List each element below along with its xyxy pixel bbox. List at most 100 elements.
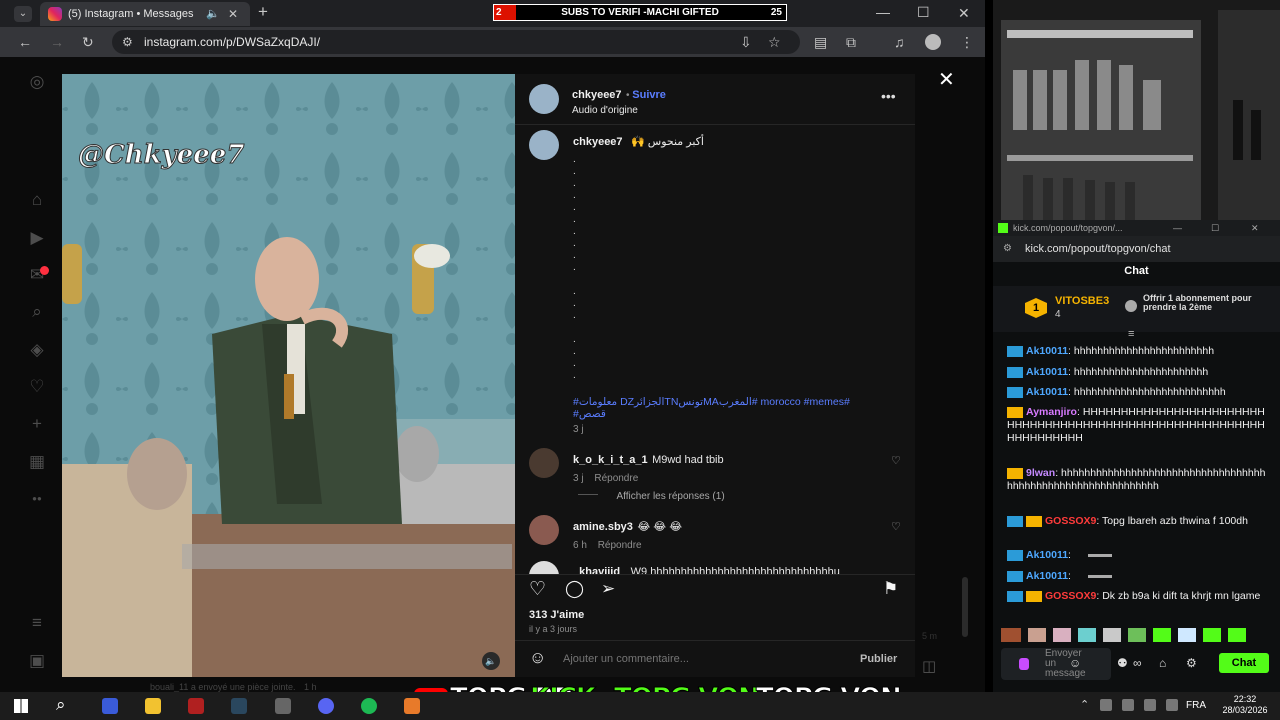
chat-input-box[interactable]: Envoyer un message ☺ [1001, 648, 1111, 680]
publish-button[interactable]: Publier [860, 653, 897, 665]
app-icon[interactable] [404, 698, 420, 714]
taskbar-search-icon[interactable]: ⌕ [56, 695, 66, 715]
chat-username[interactable]: Ak10011 [1026, 549, 1068, 561]
comment-icon[interactable]: ◯ [565, 579, 584, 599]
emote-icon[interactable] [1028, 628, 1046, 642]
chat-username[interactable]: GOSSOX9 [1045, 515, 1096, 527]
close-window-icon[interactable]: ✕ [958, 5, 970, 21]
instagram-logo-icon[interactable]: ◎ [26, 71, 48, 93]
reply-button[interactable]: Répondre [594, 473, 638, 484]
follow-button[interactable]: Suivre [632, 89, 666, 101]
bookmark-star-icon[interactable]: ☆ [768, 34, 781, 50]
tab-menu-icon[interactable]: ⌄ [14, 6, 32, 22]
chat-username[interactable]: Ak10011 [1026, 366, 1068, 378]
emote-icon[interactable] [1153, 628, 1171, 642]
emote-icon[interactable] [1228, 628, 1246, 642]
app-icon[interactable] [102, 698, 118, 714]
reels-icon[interactable]: ▶ [26, 227, 48, 249]
voicemeeter-icon[interactable] [188, 698, 204, 714]
minimize-icon[interactable]: — [876, 4, 890, 20]
back-icon[interactable]: ← [18, 34, 32, 50]
infinity-icon[interactable]: ∞ [1133, 656, 1142, 670]
site-info-icon[interactable]: ⚙ [122, 34, 133, 50]
comment-avatar[interactable] [529, 515, 559, 545]
profile-icon[interactable]: ●● [26, 488, 48, 510]
chat-username[interactable]: 9lwan [1026, 467, 1055, 479]
steam-icon[interactable] [231, 698, 247, 714]
gift-icon[interactable] [1019, 658, 1029, 670]
dm-notice[interactable]: bouali_11 a envoyé une pièce jointe. 1 h [150, 682, 316, 692]
spotify-icon[interactable] [361, 698, 377, 714]
chat-bubble-icon[interactable]: ◫ [922, 657, 936, 675]
gift-sub-text[interactable]: Offrir 1 abonnement pour prendre la 2ème [1143, 294, 1273, 312]
pinned-toggle-icon[interactable]: ≡ [1128, 328, 1134, 340]
tray-chevron-icon[interactable]: ⌃ [1080, 698, 1089, 711]
emote-icon[interactable] [1203, 628, 1221, 642]
dashboard-icon[interactable]: ▦ [26, 451, 48, 473]
speaker-icon[interactable]: 🔈 [206, 6, 220, 22]
caption-username[interactable]: chkyeee7 [573, 136, 623, 148]
install-icon[interactable]: ⇩ [740, 34, 752, 50]
kick-maximize-icon[interactable]: ☐ [1211, 220, 1219, 236]
browser-menu-icon[interactable]: ⋮ [960, 34, 974, 50]
caption-avatar[interactable] [529, 130, 559, 160]
discord-icon[interactable] [318, 698, 334, 714]
comment-input[interactable] [563, 650, 843, 668]
file-explorer-icon[interactable] [145, 698, 161, 714]
chat-send-button[interactable]: Chat [1219, 653, 1269, 673]
likes-count[interactable]: 313 J'aime [529, 609, 584, 621]
chat-username[interactable]: GOSSOX9 [1045, 590, 1096, 602]
profile-avatar[interactable] [925, 34, 941, 50]
reload-icon[interactable]: ↻ [82, 34, 94, 50]
address-bar[interactable]: ⚙ instagram.com/p/DWSaZxqDAJI/ ⇩ ☆ [112, 30, 800, 54]
tray-icon[interactable] [1144, 699, 1156, 711]
kick-address-bar[interactable]: ⚙ kick.com/popout/topgvon/chat [993, 236, 1280, 262]
emoji-icon[interactable]: ☺ [529, 648, 546, 668]
chat-username[interactable]: Ak10011 [1026, 345, 1068, 357]
author-username[interactable]: chkyeee7 [572, 89, 622, 101]
emote-icon[interactable] [1001, 628, 1021, 642]
users-icon[interactable]: ⚉ [1117, 656, 1128, 670]
chat-username[interactable]: Ak10011 [1026, 570, 1068, 582]
search-icon[interactable]: ⌕ [26, 301, 48, 323]
comment-avatar[interactable] [529, 561, 559, 574]
reply-button[interactable]: Répondre [598, 540, 642, 551]
store-icon[interactable]: ⌂ [1159, 656, 1166, 670]
like-icon[interactable]: ♡ [529, 578, 546, 601]
tab-instagram[interactable]: (5) Instagram • Messages 🔈 ✕ [40, 2, 250, 26]
tray-icon[interactable] [1122, 699, 1134, 711]
caption-hashtags[interactable]: #معلومات DZالجزائرTNتونسMAالمغرب# morocc… [573, 396, 903, 420]
new-tab-button[interactable]: + [258, 3, 268, 20]
comment-like-icon[interactable]: ♡ [891, 454, 901, 467]
close-tab-icon[interactable]: ✕ [228, 6, 238, 22]
reel-video[interactable]: @Chkyeee7 🔈 [62, 74, 515, 677]
comment-like-icon[interactable]: ♡ [891, 520, 901, 533]
kick-minimize-icon[interactable]: — [1173, 220, 1182, 236]
notifications-icon[interactable]: ♡ [26, 376, 48, 398]
maximize-icon[interactable]: ☐ [917, 4, 930, 20]
emote-icon[interactable] [1128, 628, 1146, 642]
reading-mode-icon[interactable]: ▤ [814, 34, 827, 50]
gift-sub-icon[interactable] [1125, 300, 1137, 312]
explore-icon[interactable]: ◈ [26, 339, 48, 361]
more-options-icon[interactable]: ••• [881, 88, 896, 104]
media-control-icon[interactable]: ♫ [894, 34, 905, 50]
tray-icon[interactable] [1166, 699, 1178, 711]
emote-icon[interactable] [1053, 628, 1071, 642]
comment-username[interactable]: amine.sby3 [573, 521, 633, 533]
kick-close-icon[interactable]: ✕ [1251, 220, 1259, 236]
home-icon[interactable]: ⌂ [26, 189, 48, 211]
mute-icon[interactable]: 🔈 [482, 652, 500, 670]
settings-icon[interactable]: ⚙ [1186, 656, 1197, 670]
chat-username[interactable]: Aymanjiro [1026, 406, 1077, 418]
emote-icon[interactable] [1103, 628, 1121, 642]
create-icon[interactable]: + [26, 413, 48, 435]
share-icon[interactable]: ➢ [601, 579, 615, 599]
comment-username[interactable]: k_o_k_i_t_a_1 [573, 454, 648, 466]
language-indicator[interactable]: FRA [1186, 700, 1206, 711]
extensions-icon[interactable]: ⧉ [846, 34, 856, 50]
windows-start-icon[interactable] [14, 699, 28, 713]
tray-icon[interactable] [1100, 699, 1112, 711]
comment-avatar[interactable] [529, 448, 559, 478]
chat-username[interactable]: Ak10011 [1026, 386, 1068, 398]
